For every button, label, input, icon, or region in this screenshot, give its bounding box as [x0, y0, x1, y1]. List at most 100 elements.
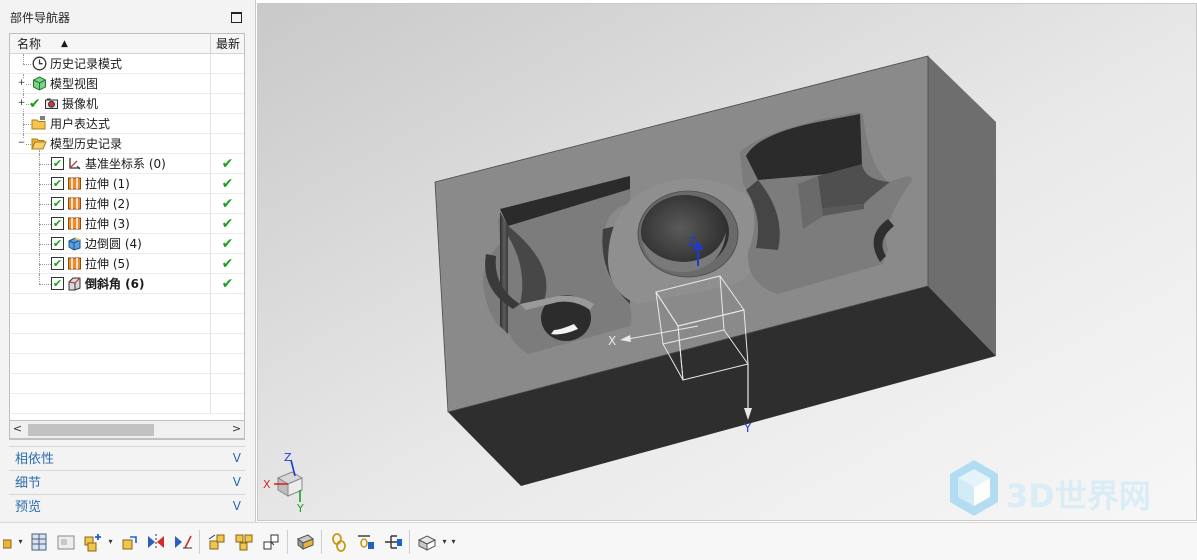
toolbar-partial-icon[interactable] [2, 527, 16, 557]
tree-row-extrude-3[interactable]: ✔ 拉伸 (3) ✔ [10, 214, 244, 234]
replace-component-icon[interactable] [257, 527, 284, 557]
feature-checkbox[interactable]: ✔ [51, 237, 64, 250]
column-header-name[interactable]: 名称 ▲ [10, 34, 211, 53]
sequence-icon[interactable] [291, 527, 318, 557]
empty-row [10, 354, 244, 374]
up-to-date-check-icon: ✔ [221, 175, 234, 192]
section-preview[interactable]: 预览 V [9, 494, 245, 516]
clock-icon [31, 56, 47, 72]
chevron-down-icon: V [232, 498, 241, 513]
tree-row-extrude-1[interactable]: ✔ 拉伸 (1) ✔ [10, 174, 244, 194]
relationship-browser-icon[interactable] [379, 527, 406, 557]
assembly-icon[interactable] [25, 527, 52, 557]
part-navigator-panel: 部件导航器 名称 ▲ 最新 历史记录模式 + 模型视图 + ✔ 摄像机 用户表达… [0, 0, 256, 522]
camera-icon [43, 96, 59, 112]
tree-row-user-expressions[interactable]: 用户表达式 [10, 114, 244, 134]
toolbar-separator [199, 529, 200, 554]
tree-row-chamfer-6[interactable]: ✔ 倒斜角 (6) ✔ [10, 274, 244, 294]
tree-item-label: 拉伸 (5) [85, 257, 130, 271]
toolbar-separator [409, 529, 410, 554]
column-name-label: 名称 [17, 37, 42, 51]
empty-row [10, 334, 244, 354]
tree-row-model-history[interactable]: − 模型历史记录 [10, 134, 244, 154]
mirror-assembly-icon[interactable] [142, 527, 169, 557]
tree-item-label: 模型历史记录 [50, 137, 123, 151]
move-component-icon[interactable] [115, 527, 142, 557]
collapse-minus-icon[interactable]: − [17, 139, 26, 148]
navigator-title-bar: 部件导航器 [10, 6, 246, 28]
folder-expression-icon [31, 116, 47, 132]
tree-header: 名称 ▲ 最新 [10, 34, 244, 54]
tree-row-history-mode[interactable]: 历史记录模式 [10, 54, 244, 74]
up-to-date-check-icon: ✔ [221, 195, 234, 212]
tree-row-datum-csys[interactable]: ✔ 基准坐标系 (0) ✔ [10, 154, 244, 174]
axis-label-x-model: X [608, 334, 616, 348]
column-latest-label: 最新 [216, 37, 241, 51]
tree-row-extrude-2[interactable]: ✔ 拉伸 (2) ✔ [10, 194, 244, 214]
up-to-date-check-icon: ✔ [221, 215, 234, 232]
sort-ascending-icon: ▲ [61, 38, 68, 49]
empty-row [10, 374, 244, 394]
tree-row-cameras[interactable]: + ✔ 摄像机 [10, 94, 244, 114]
toolbar-options-icon[interactable]: ▾ [449, 527, 458, 557]
empty-row [10, 314, 244, 334]
scrollbar-thumb[interactable] [28, 424, 154, 436]
feature-checkbox[interactable]: ✔ [51, 277, 64, 290]
explode-view-icon[interactable] [203, 527, 230, 557]
tree-row-extrude-5[interactable]: ✔ 拉伸 (5) ✔ [10, 254, 244, 274]
chevron-down-icon: V [232, 474, 241, 489]
tree-item-label: 拉伸 (1) [85, 177, 130, 191]
tree-item-label: 拉伸 (2) [85, 197, 130, 211]
view-layout-icon[interactable] [52, 527, 79, 557]
tree-item-label: 拉伸 (3) [85, 217, 130, 231]
model-view-icon [31, 76, 47, 92]
up-to-date-check-icon: ✔ [221, 235, 234, 252]
navigator-tree: 名称 ▲ 最新 历史记录模式 + 模型视图 + ✔ 摄像机 用户表达式 − 模型… [9, 33, 245, 440]
tree-row-edge-blend-4[interactable]: ✔ 边倒圆 (4) ✔ [10, 234, 244, 254]
scroll-right-icon[interactable]: > [229, 422, 244, 435]
feature-checkbox[interactable]: ✔ [51, 157, 64, 170]
empty-row [10, 394, 244, 414]
tree-item-label: 倒斜角 (6) [85, 277, 145, 291]
toolbar-separator [321, 529, 322, 554]
feature-checkbox[interactable]: ✔ [51, 177, 64, 190]
axis-label-z-model: Z [688, 235, 696, 249]
triad-label-z: Z [284, 451, 292, 464]
dropdown-caret-icon[interactable]: ▾ [440, 527, 449, 557]
tree-item-label: 基准坐标系 (0) [85, 157, 166, 171]
feature-checkbox[interactable]: ✔ [51, 257, 64, 270]
chevron-down-icon: V [232, 450, 241, 465]
feature-checkbox[interactable]: ✔ [51, 197, 64, 210]
section-details[interactable]: 细节 V [9, 470, 245, 492]
up-to-date-check-icon: ✔ [221, 255, 234, 272]
interpart-link-icon[interactable] [352, 527, 379, 557]
navigator-title: 部件导航器 [10, 10, 71, 25]
feature-checkbox[interactable]: ✔ [51, 217, 64, 230]
dropdown-caret-icon[interactable]: ▾ [106, 527, 115, 557]
graphics-viewport[interactable]: Z X Y Z X Y 3D世界网 [257, 3, 1197, 521]
extrude-icon [66, 216, 82, 232]
maximize-icon[interactable] [231, 11, 242, 23]
tree-item-label: 历史记录模式 [50, 57, 123, 71]
tree-item-label: 模型视图 [50, 77, 99, 91]
extrude-icon [66, 256, 82, 272]
component-pattern-icon[interactable] [230, 527, 257, 557]
extrude-icon [66, 196, 82, 212]
expand-plus-icon[interactable]: + [17, 99, 26, 108]
tree-row-model-views[interactable]: + 模型视图 [10, 74, 244, 94]
extrude-icon [66, 176, 82, 192]
dropdown-caret-icon[interactable]: ▾ [16, 527, 25, 557]
add-component-icon[interactable] [79, 527, 106, 557]
watermark-text: 3D世界网 [1006, 477, 1151, 515]
triad-label-x: X [263, 478, 271, 491]
constraint-icon[interactable] [169, 527, 196, 557]
tree-item-label: 用户表达式 [50, 117, 111, 131]
expand-plus-icon[interactable]: + [17, 79, 26, 88]
column-header-latest[interactable]: 最新 [211, 34, 244, 53]
wave-link-icon[interactable] [325, 527, 352, 557]
scroll-left-icon[interactable]: < [10, 422, 25, 435]
chamfer-icon [66, 276, 82, 292]
assembly-constraints-icon[interactable] [413, 527, 440, 557]
horizontal-scrollbar[interactable]: < > [9, 420, 245, 439]
section-dependencies[interactable]: 相依性 V [9, 446, 245, 468]
